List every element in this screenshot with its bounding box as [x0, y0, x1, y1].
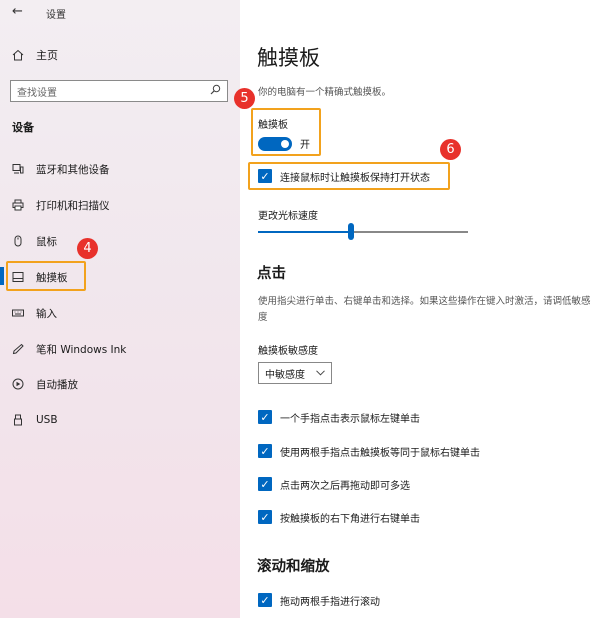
scroll-section-title: 滚动和缩放 — [257, 559, 330, 575]
tap-option-checkbox[interactable]: ✓ 一个手指点击表示鼠标左键单击 — [258, 409, 420, 425]
checkmark-icon[interactable]: ✓ — [258, 510, 272, 524]
printer-icon — [12, 199, 24, 211]
pen-icon — [12, 343, 24, 355]
sidebar-item-bluetooth[interactable]: 蓝牙和其他设备 — [12, 158, 110, 180]
sidebar-item-pen[interactable]: 笔和 Windows Ink — [12, 338, 126, 360]
sidebar-section-heading: 设备 — [12, 121, 34, 134]
sidebar-item-printers[interactable]: 打印机和扫描仪 — [12, 194, 110, 216]
sidebar-item-label: USB — [36, 414, 58, 426]
sidebar: ← 设置 主页 查找设置 设备 蓝牙和其他设备 打印机和扫描仪 鼠标 触摸板 4… — [0, 0, 240, 618]
page-title: 触摸板 — [257, 46, 320, 70]
usb-icon — [12, 414, 24, 426]
sensitivity-value: 中敏感度 — [265, 369, 305, 381]
search-input[interactable]: 查找设置 — [10, 80, 228, 102]
sidebar-item-label: 触摸板 — [36, 271, 68, 284]
bluetooth-devices-icon — [12, 163, 24, 175]
touchpad-icon — [12, 271, 24, 283]
window-title: 设置 — [46, 10, 66, 21]
checkbox-label: 一个手指点击表示鼠标左键单击 — [280, 413, 420, 425]
cursor-speed-label: 更改光标速度 — [258, 211, 318, 222]
checkmark-icon[interactable]: ✓ — [258, 444, 272, 458]
sidebar-item-touchpad[interactable]: 触摸板 — [12, 266, 68, 288]
search-icon[interactable] — [210, 84, 221, 98]
keep-on-with-mouse-checkbox[interactable]: ✓ 连接鼠标时让触摸板保持打开状态 — [258, 168, 430, 184]
sensitivity-label: 触摸板敏感度 — [258, 346, 318, 357]
tap-section-description: 使用指尖进行单击、右键单击和选择。如果这些操作在键入时激活，请调低敏感度 — [258, 296, 591, 323]
sidebar-item-label: 自动播放 — [36, 378, 78, 391]
checkbox-label: 点击两次之后再拖动即可多选 — [280, 480, 410, 492]
sidebar-home-label: 主页 — [36, 49, 58, 62]
annotation-badge-6: 6 — [440, 139, 461, 160]
sidebar-item-label: 打印机和扫描仪 — [36, 199, 110, 212]
sidebar-item-mouse[interactable]: 鼠标 — [12, 230, 57, 252]
checkbox-label: 使用两根手指点击触摸板等同于鼠标右键单击 — [280, 447, 480, 459]
keyboard-icon — [12, 307, 24, 319]
mouse-icon — [12, 235, 24, 247]
checkbox-label: 按触摸板的右下角进行右键单击 — [280, 513, 420, 525]
checkbox-label: 拖动两根手指进行滚动 — [280, 596, 380, 608]
sidebar-item-autoplay[interactable]: 自动播放 — [12, 373, 78, 395]
search-placeholder: 查找设置 — [17, 87, 57, 99]
sidebar-item-label: 笔和 Windows Ink — [36, 343, 127, 356]
scroll-option-checkbox[interactable]: ✓ 拖动两根手指进行滚动 — [258, 592, 380, 608]
home-icon — [12, 49, 24, 61]
sidebar-item-usb[interactable]: USB — [12, 409, 58, 431]
main-content: 触摸板 5 你的电脑有一个精确式触摸板。 触摸板 开 6 ✓ 连接鼠标时让触摸板… — [234, 0, 600, 618]
touchpad-toggle-state: 开 — [300, 140, 310, 151]
checkbox-label: 连接鼠标时让触摸板保持打开状态 — [280, 172, 430, 184]
active-indicator — [0, 267, 4, 285]
checkmark-icon[interactable]: ✓ — [258, 410, 272, 424]
touchpad-toggle-switch[interactable] — [258, 136, 292, 151]
tap-option-checkbox[interactable]: ✓ 使用两根手指点击触摸板等同于鼠标右键单击 — [258, 443, 480, 459]
tap-option-checkbox[interactable]: ✓ 点击两次之后再拖动即可多选 — [258, 476, 410, 492]
page-description: 你的电脑有一个精确式触摸板。 — [258, 87, 392, 98]
checkmark-icon[interactable]: ✓ — [258, 169, 272, 183]
touchpad-toggle-row: 开 — [258, 136, 310, 151]
checkmark-icon[interactable]: ✓ — [258, 477, 272, 491]
tap-section-title: 点击 — [257, 266, 286, 282]
cursor-speed-thumb[interactable] — [348, 223, 354, 240]
cursor-speed-fill — [258, 231, 351, 233]
touchpad-toggle-label: 触摸板 — [258, 120, 288, 131]
sidebar-item-label: 蓝牙和其他设备 — [36, 163, 110, 176]
sidebar-item-label: 输入 — [36, 307, 57, 320]
sidebar-item-typing[interactable]: 输入 — [12, 302, 57, 324]
chevron-down-icon — [316, 368, 325, 379]
annotation-badge-4: 4 — [77, 238, 98, 259]
sensitivity-dropdown[interactable]: 中敏感度 — [258, 362, 332, 384]
sidebar-item-label: 鼠标 — [36, 235, 57, 248]
autoplay-icon — [12, 378, 24, 390]
tap-option-checkbox[interactable]: ✓ 按触摸板的右下角进行右键单击 — [258, 509, 420, 525]
annotation-badge-5: 5 — [234, 88, 255, 109]
checkmark-icon[interactable]: ✓ — [258, 593, 272, 607]
sidebar-item-home[interactable]: 主页 — [12, 46, 58, 64]
back-arrow-icon[interactable]: ← — [12, 4, 23, 19]
